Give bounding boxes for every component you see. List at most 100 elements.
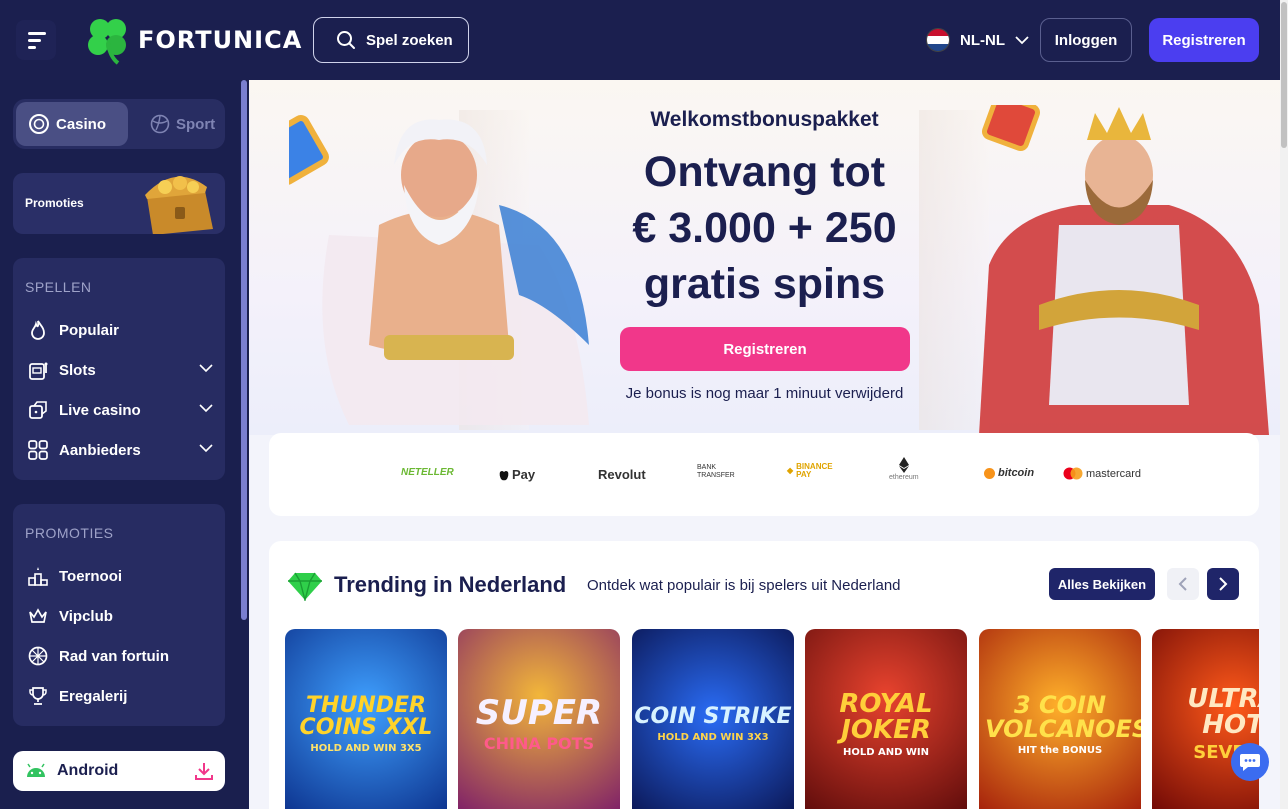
nav-item-populair[interactable]: Populair (27, 315, 217, 345)
apple-icon (499, 470, 509, 480)
chat-button[interactable] (1231, 743, 1269, 781)
nav-item-label: Vipclub (59, 607, 113, 625)
game-title: THUNDER COINS XXL (299, 692, 433, 740)
sport-tab[interactable]: Sport (138, 102, 222, 146)
payment-name: NETELLER (401, 467, 454, 478)
android-label: Android (57, 762, 119, 779)
page-scrollbar[interactable] (1280, 0, 1288, 809)
payment-name: BANK TRANSFER (697, 464, 735, 479)
view-all-button[interactable]: Alles Bekijken (1049, 568, 1155, 600)
top-header: FORTUNICA Spel zoeken NL-NL Inloggen Reg… (0, 0, 1280, 80)
android-icon (27, 763, 45, 777)
ethereum-logo: ethereum (889, 457, 919, 481)
sidebar: Casino Sport Promoties SPELLEN Populair … (0, 80, 241, 809)
chevron-down-icon (199, 444, 213, 453)
chat-icon (1240, 754, 1260, 771)
grid-icon (28, 440, 48, 460)
nav-item-label: Rad van fortuin (59, 647, 170, 665)
hero-title-line: gratis spins (643, 260, 886, 308)
game-tile[interactable]: COIN STRIKE HOLD AND WIN 3X3 (632, 629, 794, 809)
nav-item-aanbieders[interactable]: Aanbieders (27, 435, 217, 465)
clover-logo-icon (88, 19, 126, 65)
logo[interactable]: FORTUNICA (86, 15, 302, 65)
neteller-logo: NETELLER (401, 467, 454, 478)
bitcoin-logo: bitcoin (984, 467, 1034, 479)
apple-pay-logo: Pay (499, 467, 535, 482)
chevron-left-icon (1178, 577, 1187, 591)
ethereum-icon (898, 457, 909, 473)
menu-icon (28, 31, 46, 35)
bank-transfer-logo: BANK TRANSFER (697, 464, 737, 480)
trending-title: Trending in Nederland (334, 572, 567, 597)
promotions-card-label: Promoties (25, 196, 84, 210)
binance-icon: ◆ (787, 466, 794, 475)
game-tile[interactable]: ROYAL JOKER HOLD AND WIN (805, 629, 967, 809)
casino-chip-icon (29, 114, 49, 134)
promotions-card[interactable]: Promoties (13, 173, 225, 234)
games-section-title: SPELLEN (25, 279, 92, 295)
revolut-logo: Revolut (598, 467, 646, 482)
search-button[interactable]: Spel zoeken (313, 17, 469, 63)
nav-item-label: Populair (59, 321, 120, 339)
hero-note: Je bonus is nog maar 1 minuut verwijderd (625, 385, 904, 402)
hero-subtitle: Welkomstbonuspakket (650, 108, 879, 131)
payment-methods-bar: NETELLER Pay Revolut BANK TRANSFER ◆ BIN… (269, 433, 1259, 516)
game-subtitle: HIT the BONUS (1017, 744, 1103, 756)
nav-item-live-casino[interactable]: Live casino (27, 395, 217, 425)
crown-icon (29, 608, 47, 623)
trending-section: Trending in Nederland Ontdek wat populai… (269, 541, 1259, 809)
bitcoin-icon (984, 467, 995, 479)
hero-title: Ontvang tot € 3.000 + 250 gratis spins (249, 144, 1280, 312)
payment-name: ethereum (889, 474, 919, 481)
payment-name: BINANCE PAY (796, 462, 833, 479)
casino-tab[interactable]: Casino (16, 102, 128, 146)
podium-icon (28, 567, 48, 586)
main-content: Welkomstbonuspakket Ontvang tot € 3.000 … (249, 80, 1280, 809)
game-title: ROYAL JOKER (839, 688, 933, 745)
nl-flag-icon (926, 28, 950, 52)
games-panel: SPELLEN Populair Slots Live casino Aanbi… (13, 258, 225, 480)
game-tile[interactable]: SUPER CHINA POTS (458, 629, 620, 809)
game-tile[interactable]: THUNDER COINS XXL HOLD AND WIN 3X5 (285, 629, 447, 809)
login-button[interactable]: Inloggen (1040, 18, 1132, 62)
trophy-icon (29, 687, 47, 705)
menu-button[interactable] (16, 20, 56, 60)
nav-item-label: Toernooi (59, 567, 123, 585)
trending-subtitle: Ontdek wat populair is bij spelers uit N… (587, 577, 901, 594)
nav-item-slots[interactable]: Slots (27, 355, 217, 385)
binance-pay-logo: ◆ BINANCE PAY (787, 463, 843, 479)
page-scrollbar-thumb[interactable] (1281, 2, 1287, 148)
language-selector[interactable]: NL-NL (926, 28, 1029, 52)
nav-item-toernooi[interactable]: Toernooi (27, 561, 217, 591)
game-title: SUPER (475, 692, 603, 733)
mode-toggle: Casino Sport (13, 99, 225, 149)
flame-icon (31, 320, 45, 340)
game-subtitle: HOLD AND WIN 3X3 (657, 731, 769, 743)
sport-tab-label: Sport (176, 115, 216, 133)
nav-item-vipclub[interactable]: Vipclub (27, 601, 217, 631)
slot-machine-icon (29, 362, 48, 380)
payment-name: Revolut (598, 467, 646, 482)
sidebar-scrollbar[interactable] (241, 80, 247, 809)
gem-icon (288, 572, 322, 601)
payment-name: bitcoin (998, 467, 1035, 479)
nav-item-rad-van-fortuin[interactable]: Rad van fortuin (27, 641, 217, 671)
sidebar-scrollbar-thumb[interactable] (241, 80, 247, 620)
game-tile[interactable]: ULTRA HOT SEVENS (1152, 629, 1259, 809)
promotions-panel: PROMOTIES Toernooi Vipclub Rad van fortu… (13, 504, 225, 726)
hero-register-button[interactable]: Registreren (620, 327, 910, 371)
wheel-icon (28, 646, 48, 666)
payment-name: Pay (512, 467, 536, 482)
language-label: NL-NL (960, 31, 1005, 49)
carousel-prev-button[interactable] (1167, 568, 1199, 600)
game-tile[interactable]: 3 COIN VOLCANOES HIT the BONUS (979, 629, 1141, 809)
treasure-chest-icon (145, 176, 213, 234)
nav-item-label: Aanbieders (59, 441, 141, 459)
register-button[interactable]: Registreren (1149, 18, 1259, 62)
nav-item-eregalerij[interactable]: Eregalerij (27, 681, 217, 711)
mastercard-logo: mastercard (1063, 467, 1141, 480)
android-download-button[interactable]: Android (13, 751, 225, 791)
carousel-next-button[interactable] (1207, 568, 1239, 600)
nav-item-label: Eregalerij (59, 687, 128, 705)
search-label: Spel zoeken (366, 31, 453, 49)
